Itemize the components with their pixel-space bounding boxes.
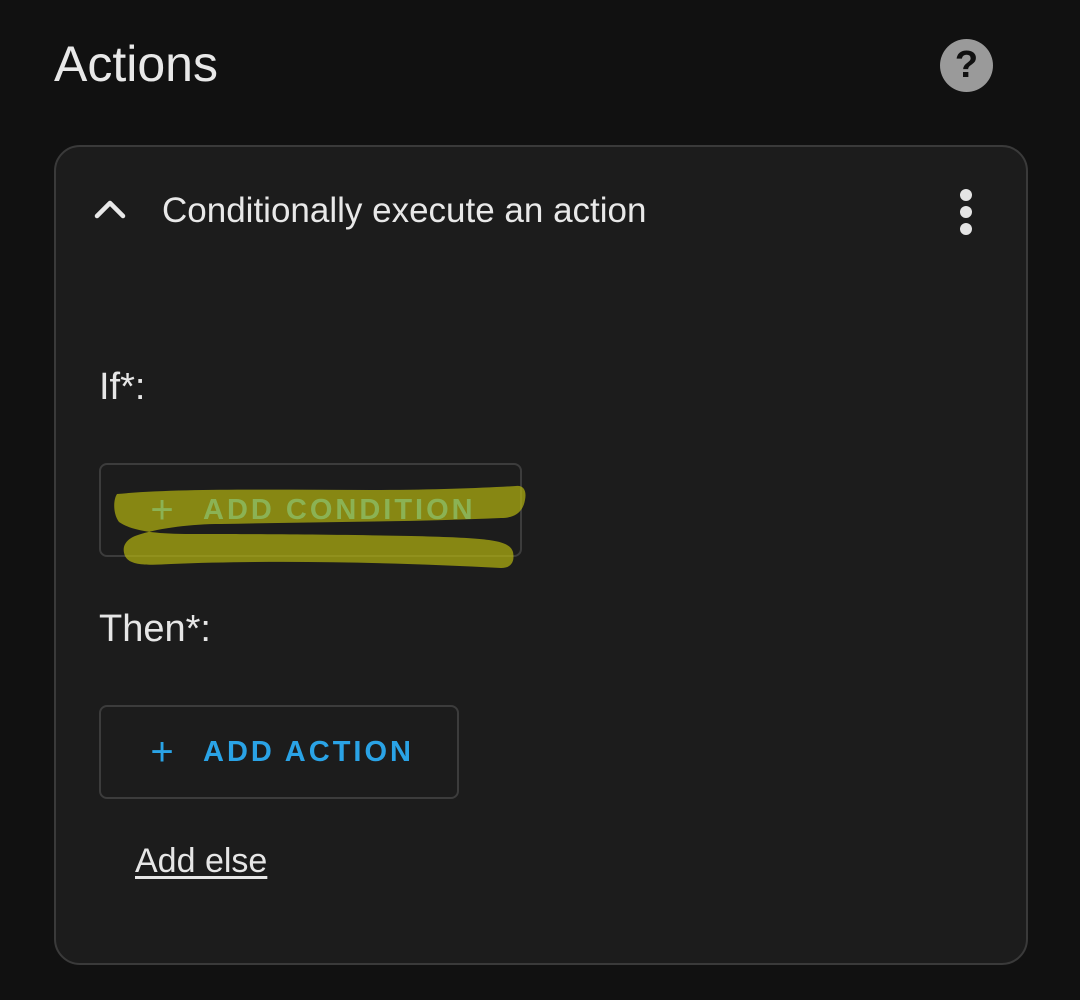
action-card-header[interactable]: Conditionally execute an action bbox=[56, 147, 1026, 277]
plus-icon: + bbox=[150, 488, 174, 532]
page-title: Actions bbox=[54, 36, 218, 92]
add-action-label: ADD ACTION bbox=[203, 735, 414, 768]
help-glyph: ? bbox=[954, 44, 979, 86]
if-label: If*: bbox=[99, 366, 146, 408]
add-else-link[interactable]: Add else bbox=[135, 841, 267, 881]
chevron-up-icon[interactable] bbox=[92, 191, 128, 227]
add-condition-label: ADD CONDITION bbox=[203, 493, 476, 526]
help-icon[interactable]: ? bbox=[940, 39, 993, 92]
add-action-button[interactable]: + ADD ACTION bbox=[99, 705, 459, 799]
action-card: Conditionally execute an action If*: + A… bbox=[54, 145, 1028, 965]
action-card-title: Conditionally execute an action bbox=[162, 191, 647, 230]
add-condition-button[interactable]: + ADD CONDITION bbox=[99, 463, 522, 557]
then-label: Then*: bbox=[99, 608, 211, 650]
more-vertical-icon[interactable] bbox=[952, 187, 980, 237]
plus-icon: + bbox=[150, 730, 174, 774]
